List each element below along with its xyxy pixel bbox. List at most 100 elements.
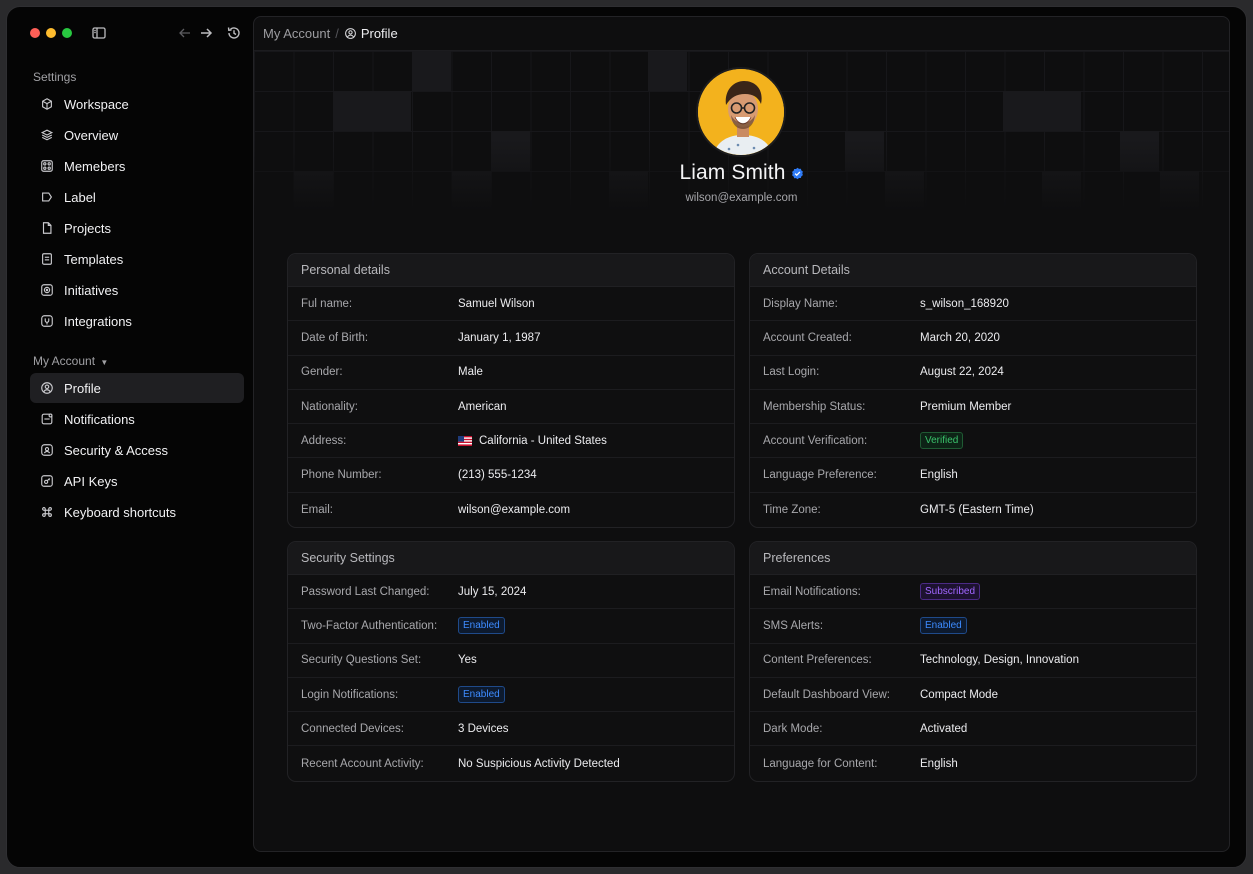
target-icon [40, 283, 54, 297]
row-label: Nationality: [301, 400, 358, 413]
my-account-title-text: My Account [33, 354, 96, 368]
window-controls [30, 28, 72, 38]
sidebar-item-label-nav[interactable]: Label [30, 182, 244, 212]
sidebar-item-integrations[interactable]: Integrations [30, 306, 244, 336]
row-value: English [920, 757, 958, 770]
table-row: Connected Devices: 3 Devices [288, 712, 734, 747]
row-value: American [458, 400, 507, 413]
row-label: Account Created: [763, 331, 852, 344]
profile-header: Liam Smith wilson@example.com [254, 51, 1229, 211]
sidebar-item-profile[interactable]: Profile [30, 373, 244, 403]
sidebar-item-initiatives[interactable]: Initiatives [30, 275, 244, 305]
caret-down-icon: ▼ [100, 358, 109, 367]
row-value: s_wilson_168920 [920, 297, 1009, 310]
verified-status-badge: Verified [920, 432, 964, 450]
row-label: Default Dashboard View: [763, 688, 890, 701]
back-arrow-icon[interactable] [175, 23, 195, 43]
table-row: Content Preferences: Technology, Design, … [750, 644, 1196, 678]
close-window-button[interactable] [30, 28, 40, 38]
row-label: Email Notifications: [763, 585, 861, 598]
row-label: Content Preferences: [763, 654, 872, 667]
app-window: Settings Workspace Overview Memebers Lab… [6, 6, 1247, 868]
sidebar-item-keyboard-shortcuts[interactable]: Keyboard shortcuts [30, 497, 244, 527]
table-row: Ful name: Samuel Wilson [288, 287, 734, 322]
sidebar-item-overview[interactable]: Overview [30, 120, 244, 150]
sidebar-item-api-keys[interactable]: API Keys [30, 466, 244, 496]
row-label: Account Verification: [763, 434, 868, 447]
card-title: Preferences [750, 542, 1196, 575]
shield-icon [40, 443, 54, 457]
sidebar-item-label: Memebers [64, 158, 126, 174]
table-row: Email: wilson@example.com [288, 493, 734, 527]
sidebar-item-templates[interactable]: Templates [30, 244, 244, 274]
bell-icon [40, 412, 54, 426]
table-row: Phone Number: (213) 555-1234 [288, 458, 734, 493]
file-icon [40, 221, 54, 235]
sidebar-item-label: Projects [64, 220, 111, 236]
maximize-window-button[interactable] [62, 28, 72, 38]
sidebar-item-projects[interactable]: Projects [30, 213, 244, 243]
row-label: Address: [301, 434, 347, 447]
template-icon [40, 252, 54, 266]
my-account-section-title[interactable]: My Account ▼ [33, 354, 108, 368]
table-row: Security Questions Set: Yes [288, 644, 734, 678]
table-row: Default Dashboard View: Compact Mode [750, 678, 1196, 713]
table-row: Dark Mode: Activated [750, 712, 1196, 747]
sidebar-item-label: Keyboard shortcuts [64, 504, 177, 520]
table-row: Display Name: s_wilson_168920 [750, 287, 1196, 322]
row-value: Samuel Wilson [458, 297, 535, 310]
row-label: Login Notifications: [301, 688, 399, 701]
sidebar-item-security[interactable]: Security & Access [30, 435, 244, 465]
settings-nav: Workspace Overview Memebers Label Projec… [30, 89, 244, 337]
row-value: Activated [920, 722, 968, 735]
sidebar-toggle-icon[interactable] [89, 23, 109, 43]
row-label: Gender: [301, 366, 343, 379]
sidebar-item-label: Profile [64, 380, 101, 396]
avatar[interactable] [696, 67, 786, 157]
row-value: Compact Mode [920, 688, 998, 701]
plug-icon [40, 314, 54, 328]
row-label: SMS Alerts: [763, 619, 824, 632]
status-badge: Enabled [458, 686, 505, 704]
table-row: Address: California - United States [288, 424, 734, 459]
sidebar-item-memebers[interactable]: Memebers [30, 151, 244, 181]
history-icon[interactable] [224, 23, 244, 43]
table-row: Email Notifications: Subscribed [750, 575, 1196, 610]
card-title: Security Settings [288, 542, 734, 575]
row-value-address: California - United States [458, 435, 607, 447]
table-row: Date of Birth: January 1, 1987 [288, 321, 734, 356]
row-value: Yes [458, 654, 477, 667]
sidebar-item-notifications[interactable]: Notifications [30, 404, 244, 434]
forward-arrow-icon[interactable] [196, 23, 216, 43]
row-value: March 20, 2020 [920, 331, 1000, 344]
key-icon [40, 474, 54, 488]
users-icon [40, 159, 54, 173]
table-row: Membership Status: Premium Member [750, 390, 1196, 425]
sidebar-item-workspace[interactable]: Workspace [30, 89, 244, 119]
command-icon [40, 505, 54, 519]
user-circle-icon [344, 27, 357, 40]
row-label: Email: [301, 503, 333, 516]
breadcrumb-parent-link[interactable]: My Account [263, 26, 330, 41]
row-value: Premium Member [920, 400, 1012, 413]
row-label: Password Last Changed: [301, 585, 430, 598]
card-title: Personal details [288, 254, 734, 287]
account-details-card: Account Details Display Name: s_wilson_16… [749, 253, 1197, 529]
sidebar-item-label: Security & Access [64, 442, 169, 458]
row-label: Date of Birth: [301, 331, 369, 344]
row-value: Technology, Design, Innovation [920, 654, 1079, 667]
row-value: GMT-5 (Eastern Time) [920, 503, 1034, 516]
minimize-window-button[interactable] [46, 28, 56, 38]
row-value: wilson@example.com [458, 503, 571, 516]
table-row: Account Verification: Verified [750, 424, 1196, 459]
table-row: Language for Content: English [750, 746, 1196, 780]
table-row: Two-Factor Authentication: Enabled [288, 609, 734, 644]
row-label: Time Zone: [763, 503, 821, 516]
security-settings-card: Security Settings Password Last Changed:… [287, 541, 735, 782]
row-value: Male [458, 366, 483, 379]
settings-section-title: Settings [33, 70, 77, 84]
breadcrumb: My Account / Profile [254, 17, 1229, 51]
sidebar-item-label: Notifications [64, 411, 135, 427]
row-value: 3 Devices [458, 722, 509, 735]
user-circle-icon [40, 381, 54, 395]
